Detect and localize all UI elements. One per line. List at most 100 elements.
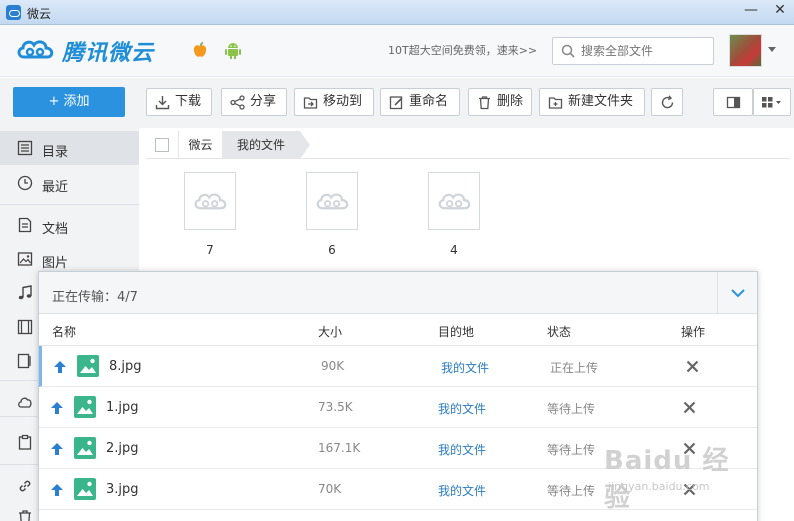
grid-view-icon: [762, 97, 781, 108]
transfer-status: 等待上传: [547, 402, 596, 416]
upload-arrow-icon: [50, 442, 64, 459]
user-avatar[interactable]: [729, 34, 762, 67]
sidebar-item-directory[interactable]: 目录: [0, 131, 139, 165]
transfer-progress-title: 正在传输：4/7: [52, 290, 138, 305]
apple-icon[interactable]: [192, 41, 208, 62]
watermark-url: jingyan.baidu.com: [608, 480, 710, 493]
share-icon: [230, 95, 245, 110]
search-input[interactable]: [581, 43, 709, 59]
clock-icon: [17, 175, 33, 195]
cancel-transfer-icon[interactable]: [686, 360, 699, 376]
new-folder-label: 新建文件夹: [568, 94, 634, 109]
header: 腾讯微云 10T超大空间免费领，速来>>: [0, 25, 794, 77]
transfer-file-size: 70K: [318, 482, 342, 496]
clipboard-icon[interactable]: [17, 434, 33, 453]
transfer-file-size: 73.5K: [318, 400, 353, 414]
image-file-icon: [74, 396, 96, 421]
collapse-panel-button[interactable]: [717, 272, 757, 314]
cloud-placeholder-icon: [194, 193, 227, 210]
file-tile[interactable]: 6: [306, 172, 360, 257]
trash-icon[interactable]: [17, 509, 33, 521]
upload-arrow-icon: [53, 360, 67, 377]
cloud-placeholder-icon: [438, 193, 471, 210]
toolbar: + 添加 下载 分享 移动到 重命名 删除 新建文件夹: [0, 78, 794, 128]
column-size: 大小: [318, 325, 343, 339]
chevron-down-icon: [731, 289, 745, 298]
breadcrumb-item-root[interactable]: 微云: [178, 131, 222, 159]
android-icon[interactable]: [224, 41, 242, 62]
edit-icon: [389, 96, 403, 110]
transfer-destination-link[interactable]: 我的文件: [438, 400, 486, 417]
select-all-checkbox[interactable]: [155, 138, 169, 152]
weiyun-cloud-logo-icon: [16, 37, 56, 64]
column-name: 名称: [52, 325, 77, 339]
search-icon: [561, 44, 575, 61]
file-tile[interactable]: 7: [184, 172, 238, 257]
title-bar: 微云 — ✕: [0, 0, 794, 25]
new-folder-icon: [548, 97, 563, 109]
column-destination: 目的地: [438, 325, 475, 339]
panel-icon: [726, 96, 741, 109]
download-icon: [155, 96, 170, 110]
file-thumbnail: [428, 172, 480, 230]
new-folder-button[interactable]: 新建文件夹: [539, 88, 645, 116]
document-icon: [17, 217, 33, 237]
sidebar-divider: [0, 204, 139, 205]
video-icon[interactable]: [17, 319, 33, 338]
transfer-status: 等待上传: [547, 443, 596, 457]
add-button[interactable]: + 添加: [13, 87, 125, 117]
rename-button[interactable]: 重命名: [380, 88, 460, 116]
chevron-down-icon[interactable]: [768, 47, 776, 52]
sidebar-item-label: 最近: [42, 180, 69, 195]
breadcrumb-item-current[interactable]: 我的文件: [222, 131, 310, 159]
delete-button[interactable]: 删除: [468, 88, 532, 116]
download-label: 下载: [175, 94, 202, 109]
transfer-file-size: 90K: [321, 359, 345, 373]
move-to-label: 移动到: [323, 94, 363, 109]
transfer-file-name: 1.jpg: [106, 400, 139, 415]
refresh-icon: [661, 95, 674, 109]
file-thumbnail: [306, 172, 358, 230]
transfer-destination-link[interactable]: 我的文件: [438, 441, 486, 458]
app-window: 微云 — ✕ 腾讯微云 10T超大空间免费领，速来>> 搜索全部文件 + 添加 …: [0, 0, 794, 521]
link-icon[interactable]: [17, 478, 33, 497]
transfer-destination-link[interactable]: 我的文件: [441, 359, 489, 376]
delete-label: 删除: [497, 94, 524, 109]
refresh-button[interactable]: [651, 88, 683, 116]
transfer-file-name: 2.jpg: [106, 441, 139, 456]
cancel-transfer-icon[interactable]: [683, 401, 696, 417]
transfer-table-header: 名称 大小 目的地 状态 操作: [39, 314, 757, 346]
list-icon: [17, 140, 33, 160]
window-title: 微云: [27, 7, 52, 21]
transfer-status: 等待上传: [547, 484, 596, 498]
music-icon[interactable]: [17, 285, 33, 304]
view-mode-dropdown[interactable]: [753, 88, 791, 116]
logo-text: 腾讯微云: [62, 41, 155, 66]
table-row[interactable]: 1.jpg 73.5K 我的文件 等待上传: [39, 387, 757, 428]
weiyun-app-icon: [6, 5, 21, 20]
close-window-button[interactable]: ✕: [766, 0, 794, 22]
search-box[interactable]: [552, 37, 714, 65]
breadcrumb: 微云 我的文件: [146, 131, 790, 159]
table-row[interactable]: 8.jpg 90K 我的文件 正在上传: [39, 346, 757, 387]
preview-pane-toggle[interactable]: [713, 88, 753, 116]
promo-link[interactable]: 10T超大空间免费领，速来>>: [388, 42, 537, 58]
download-button[interactable]: 下载: [146, 88, 212, 116]
file-tile[interactable]: 4: [428, 172, 482, 257]
file-name: 7: [206, 243, 214, 257]
image-file-icon: [74, 478, 96, 503]
file-thumbnail: [184, 172, 236, 230]
image-file-icon: [74, 437, 96, 462]
image-icon: [17, 251, 33, 271]
transfer-panel-header: 正在传输：4/7: [39, 272, 757, 314]
notes-icon[interactable]: [17, 353, 33, 372]
minimize-button[interactable]: —: [737, 0, 765, 22]
move-folder-icon: [303, 97, 318, 109]
transfer-destination-link[interactable]: 我的文件: [438, 482, 486, 499]
sidebar-item-documents[interactable]: 文档: [0, 208, 139, 242]
move-to-button[interactable]: 移动到: [294, 88, 374, 116]
sidebar-item-recent[interactable]: 最近: [0, 166, 139, 200]
share-button[interactable]: 分享: [221, 88, 287, 116]
upload-arrow-icon: [50, 401, 64, 418]
cloud-icon[interactable]: [17, 394, 33, 413]
